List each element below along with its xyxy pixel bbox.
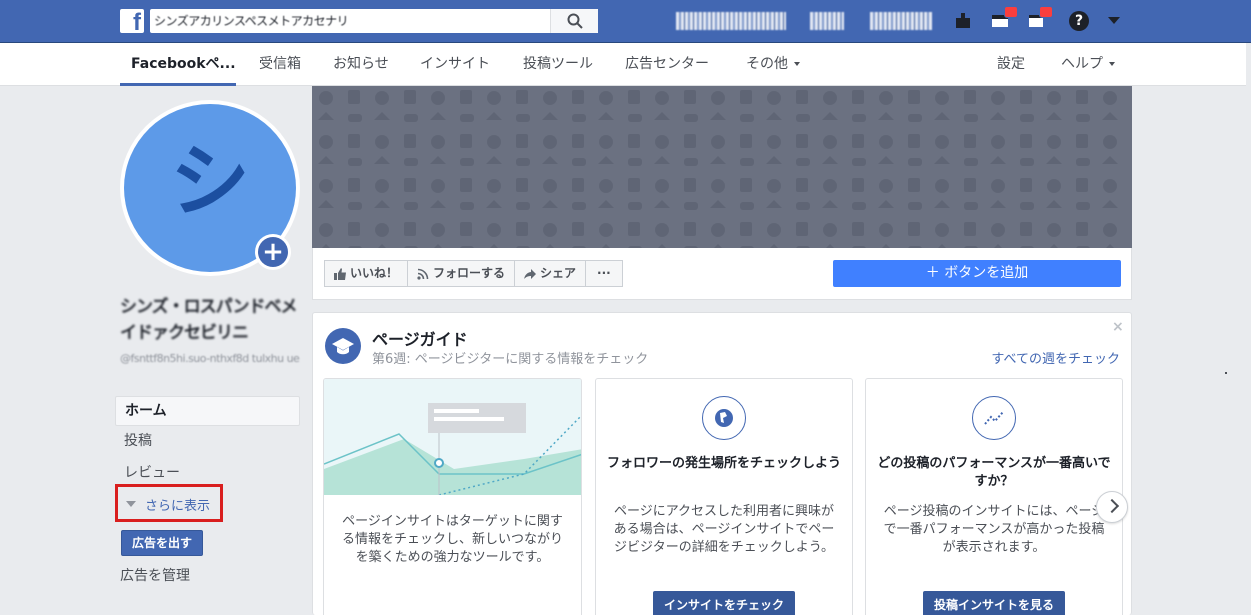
rss-follow-icon	[417, 268, 429, 280]
more-options-button[interactable]: ···	[585, 260, 623, 287]
friend-requests-icon[interactable]	[952, 10, 974, 32]
show-more-label: さらに表示	[145, 499, 211, 514]
insights-intro-text: ページインサイトはターゲットに関する情報をチェックし、新しいつながりを築くための…	[341, 514, 563, 565]
tab-more-label: その他	[746, 56, 788, 72]
question-mark-icon[interactable]: ?	[1069, 11, 1089, 31]
left-nav-posts[interactable]: 投稿	[115, 426, 300, 458]
insights-illustration	[324, 379, 581, 496]
post-performance-text: ページ投稿のインサイトには、ページで一番パフォーマンスが高かった投稿が表示されま…	[883, 504, 1105, 555]
globe-icon	[702, 396, 746, 440]
more-dots-icon: ···	[597, 266, 611, 280]
triangle-down-icon	[126, 501, 136, 507]
follow-label: フォローする	[433, 266, 506, 280]
guide-card-insights-intro: ページインサイトはターゲットに関する情報をチェックし、新しいつながりを築くための…	[323, 378, 582, 615]
tab-help-label: ヘルプ	[1061, 56, 1103, 72]
account-menu-chevron-down-icon[interactable]	[1108, 17, 1120, 24]
plus-icon: +	[258, 237, 288, 267]
tab-inbox[interactable]: 受信箱	[259, 43, 301, 86]
create-link-blurred[interactable]	[870, 12, 932, 30]
share-button[interactable]: シェア	[514, 260, 587, 287]
trend-line-icon	[972, 396, 1016, 440]
page-guide-panel: ページガイド 第6週: ページビジターに関する情報をチェック × すべての週をチ…	[312, 312, 1132, 615]
search-button[interactable]	[550, 9, 598, 33]
tab-settings[interactable]: 設定	[997, 43, 1025, 86]
left-nav-home[interactable]: ホーム	[115, 396, 300, 426]
page-action-bar: いいね！ フォローする シェア ··· ＋ ボタンを追加	[312, 248, 1132, 300]
chevron-down-icon	[794, 62, 800, 66]
cover-photo[interactable]	[312, 86, 1132, 248]
check-insights-button[interactable]: インサイトをチェック	[653, 591, 795, 615]
tab-notifications[interactable]: お知らせ	[333, 43, 389, 86]
page-username[interactable]: @fsnttf8n5hi.suo-nthxf8d tulxhu ue	[120, 352, 305, 365]
see-all-weeks-link[interactable]: すべての週をチェック	[991, 348, 1120, 367]
follower-locations-title: フォロワーの発生場所をチェックしよう	[606, 456, 841, 471]
graduation-cap-icon	[325, 328, 361, 364]
share-arrow-icon	[524, 268, 537, 279]
follow-button[interactable]: フォローする	[407, 260, 516, 287]
guide-title: ページガイド	[372, 330, 468, 349]
like-button[interactable]: いいね！	[324, 260, 409, 287]
notifications-badge	[1039, 6, 1053, 18]
tab-page[interactable]: Facebookペ...	[120, 43, 236, 86]
chevron-down-icon	[1109, 62, 1115, 66]
share-label: シェア	[540, 266, 577, 280]
tab-more[interactable]: その他	[746, 43, 800, 86]
chevron-right-icon	[1104, 498, 1120, 514]
like-label: いいね！	[350, 266, 399, 280]
profile-link-blurred[interactable]	[676, 12, 786, 30]
search-input-value: シンズアカリンスペスメトアカセナリ	[154, 14, 349, 28]
tab-ad-center[interactable]: 広告センター	[625, 43, 709, 86]
messages-icon[interactable]	[990, 6, 1018, 32]
page-edge	[1246, 43, 1251, 615]
search-input[interactable]: シンズアカリンスペスメトアカセナリ	[150, 9, 598, 33]
tab-publishing-tools[interactable]: 投稿ツール	[523, 43, 593, 86]
page-actions-group: いいね！ フォローする シェア ···	[324, 260, 623, 287]
page-name[interactable]: シンズ・ロスパンドベメイドァクセビリニ	[120, 294, 305, 346]
create-ad-button[interactable]: 広告を出す	[121, 530, 203, 556]
show-more-link[interactable]: さらに表示	[115, 484, 223, 522]
thumbs-up-icon	[334, 267, 346, 280]
top-bar: f シンズアカリンスペスメトアカセナリ ?	[0, 0, 1251, 43]
view-post-insights-button[interactable]: 投稿インサイトを見る	[923, 591, 1065, 615]
home-link-blurred[interactable]	[810, 12, 844, 30]
tab-insights[interactable]: インサイト	[420, 43, 490, 86]
cover-pattern	[312, 86, 1132, 248]
guide-subtitle: 第6週: ページビジターに関する情報をチェック	[372, 352, 649, 367]
page-tabs-bar: Facebookペ... 受信箱 お知らせ インサイト 投稿ツール 広告センター…	[0, 43, 1251, 86]
stray-dot	[1225, 372, 1227, 374]
add-button-button[interactable]: ＋ ボタンを追加	[833, 260, 1121, 287]
close-icon[interactable]: ×	[1112, 319, 1124, 335]
notifications-icon[interactable]	[1025, 6, 1053, 32]
next-card-button[interactable]	[1096, 491, 1128, 523]
page-left-nav: ホーム 投稿 レビュー	[115, 396, 300, 490]
follower-locations-text: ページにアクセスした利用者に興味がある場合は、ページインサイトでページビジターの…	[613, 504, 835, 555]
search-icon	[567, 13, 583, 29]
tab-help[interactable]: ヘルプ	[1061, 43, 1115, 86]
add-photo-button[interactable]: +	[255, 234, 291, 270]
facebook-logo-icon[interactable]: f	[120, 9, 144, 35]
avatar-letter: シ	[170, 135, 250, 228]
manage-ads-link[interactable]: 広告を管理	[120, 565, 190, 585]
post-performance-title: どの投稿のパフォーマンスが一番高いですか？	[877, 456, 1111, 489]
guide-card-post-performance: どの投稿のパフォーマンスが一番高いですか？ ページ投稿のインサイトには、ページで…	[865, 378, 1123, 615]
messages-badge	[1004, 6, 1018, 18]
guide-card-follower-locations: フォロワーの発生場所をチェックしよう ページにアクセスした利用者に興味がある場合…	[595, 378, 853, 615]
